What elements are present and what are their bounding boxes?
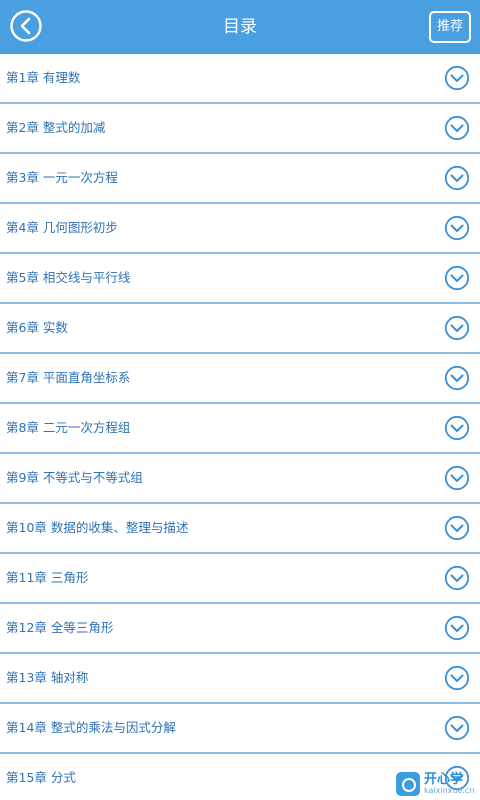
- chapter-label: 第7章 平面直角坐标系: [6, 370, 131, 385]
- chevron-down-circle-icon: [444, 65, 470, 91]
- chevron-down-circle-icon: [444, 115, 470, 141]
- chapter-label: 第11章 三角形: [6, 570, 89, 585]
- expand-button[interactable]: [444, 615, 470, 641]
- chapter-row[interactable]: 第4章 几何图形初步: [0, 204, 480, 254]
- chapter-row[interactable]: 第3章 一元一次方程: [0, 154, 480, 204]
- chapter-label: 第9章 不等式与不等式组: [6, 470, 143, 485]
- chapter-label: 第3章 一元一次方程: [6, 170, 118, 185]
- chevron-down-circle-icon: [444, 415, 470, 441]
- chapter-label: 第14章 整式的乘法与因式分解: [6, 720, 176, 735]
- chapter-label: 第13章 轴对称: [6, 670, 89, 685]
- expand-button[interactable]: [444, 715, 470, 741]
- app-screen: 目录 推荐 第1章 有理数第2章 整式的加减 第3章 一元一次方程 第4章 几何图形…: [0, 0, 480, 800]
- expand-button[interactable]: [444, 665, 470, 691]
- chapter-label: 第2章 整式的加减: [6, 120, 106, 135]
- chevron-down-circle-icon: [444, 765, 470, 791]
- chevron-down-circle-icon: [444, 465, 470, 491]
- expand-button[interactable]: [444, 65, 470, 91]
- expand-button[interactable]: [444, 215, 470, 241]
- chapter-row[interactable]: 第2章 整式的加减: [0, 104, 480, 154]
- expand-button[interactable]: [444, 415, 470, 441]
- expand-button[interactable]: [444, 265, 470, 291]
- expand-button[interactable]: [444, 765, 470, 791]
- chapter-row[interactable]: 第9章 不等式与不等式组: [0, 454, 480, 504]
- chapter-label: 第5章 相交线与平行线: [6, 270, 131, 285]
- chapter-row[interactable]: 第5章 相交线与平行线: [0, 254, 480, 304]
- expand-button[interactable]: [444, 365, 470, 391]
- chevron-down-circle-icon: [444, 515, 470, 541]
- chevron-down-circle-icon: [444, 715, 470, 741]
- expand-button[interactable]: [444, 115, 470, 141]
- chapter-label: 第4章 几何图形初步: [6, 220, 118, 235]
- recommend-button[interactable]: 推荐: [429, 11, 471, 43]
- expand-button[interactable]: [444, 515, 470, 541]
- chevron-down-circle-icon: [444, 665, 470, 691]
- chevron-down-circle-icon: [444, 215, 470, 241]
- chevron-left-circle-icon: [10, 10, 42, 42]
- chapter-label: 第6章 实数: [6, 320, 68, 335]
- chapter-label: 第1章 有理数: [6, 70, 81, 85]
- chapter-label: 第15章 分式: [6, 770, 76, 785]
- chapter-row[interactable]: 第12章 全等三角形: [0, 604, 480, 654]
- chapter-list: 第1章 有理数第2章 整式的加减 第3章 一元一次方程 第4章 几何图形初步 第5章 …: [0, 54, 480, 800]
- chevron-down-circle-icon: [444, 315, 470, 341]
- expand-button[interactable]: [444, 465, 470, 491]
- chevron-down-circle-icon: [444, 615, 470, 641]
- chapter-row[interactable]: 第14章 整式的乘法与因式分解: [0, 704, 480, 754]
- back-button[interactable]: [9, 9, 43, 43]
- chapter-label: 第12章 全等三角形: [6, 620, 114, 635]
- expand-button[interactable]: [444, 165, 470, 191]
- chevron-down-circle-icon: [444, 365, 470, 391]
- expand-button[interactable]: [444, 565, 470, 591]
- chapter-row[interactable]: 第7章 平面直角坐标系: [0, 354, 480, 404]
- chevron-down-circle-icon: [444, 265, 470, 291]
- chapter-row[interactable]: 第10章 数据的收集、整理与描述: [0, 504, 480, 554]
- chapter-row[interactable]: 第8章 二元一次方程组: [0, 404, 480, 454]
- chevron-down-circle-icon: [444, 165, 470, 191]
- chapter-label: 第10章 数据的收集、整理与描述: [6, 520, 189, 535]
- chapter-row[interactable]: 第11章 三角形: [0, 554, 480, 604]
- expand-button[interactable]: [444, 315, 470, 341]
- chapter-label: 第8章 二元一次方程组: [6, 420, 131, 435]
- chevron-down-circle-icon: [444, 565, 470, 591]
- chapter-row[interactable]: 第6章 实数: [0, 304, 480, 354]
- chapter-row[interactable]: 第15章 分式: [0, 754, 480, 800]
- page-title: 目录: [223, 17, 257, 37]
- chapter-row[interactable]: 第1章 有理数: [0, 54, 480, 104]
- top-bar: 目录 推荐: [0, 0, 480, 54]
- chapter-row[interactable]: 第13章 轴对称: [0, 654, 480, 704]
